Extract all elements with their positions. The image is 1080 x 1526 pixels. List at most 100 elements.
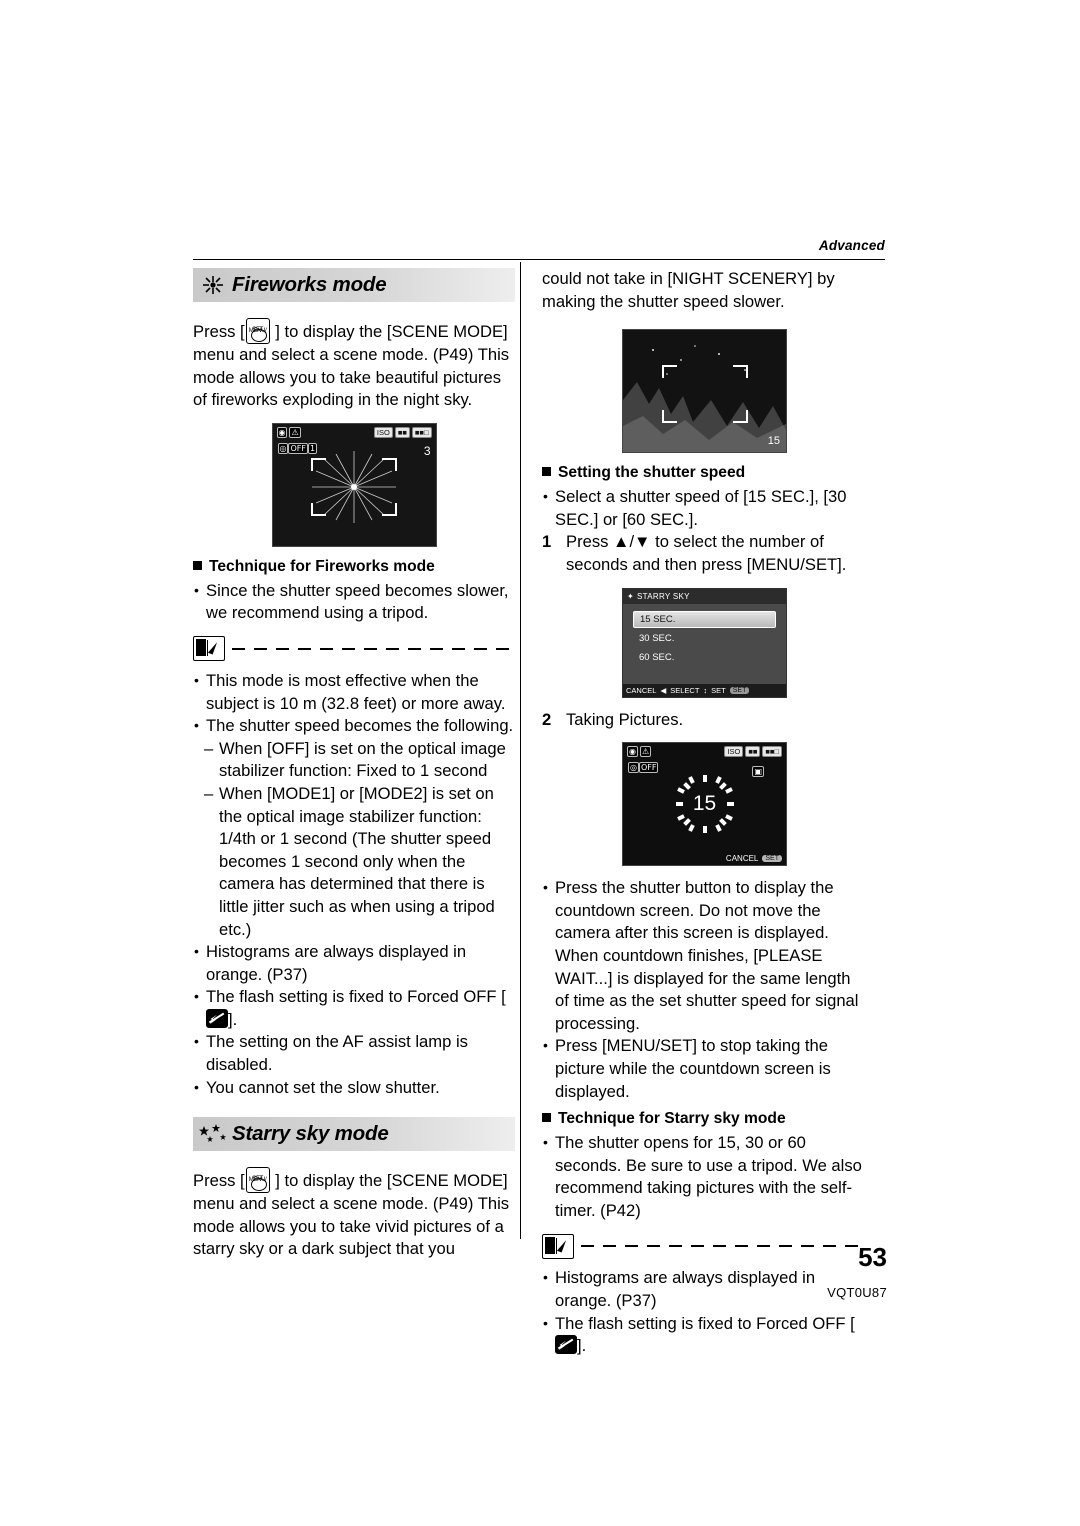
list-item: Select a shutter speed of [15 SEC.], [30…: [542, 485, 867, 531]
lcd-starry-sky-menu: ✦ STARRY SKY 15 SEC. 30 SEC. 60 SEC. CANC…: [622, 587, 787, 698]
flash-note-before: The flash setting is fixed to Forced OFF…: [555, 1313, 855, 1333]
rec-mode-icon: ◉: [276, 426, 288, 438]
starry-intro-before: Press [: [193, 1171, 245, 1191]
step-text: Taking Pictures.: [566, 709, 684, 729]
af-frame: [661, 364, 748, 423]
right-column: could not take in [NIGHT SCENERY] by mak…: [542, 268, 867, 1358]
section-heading-starry-sky: Starry sky mode: [193, 1117, 515, 1152]
subhead-setting-shutter-speed: Setting the shutter speed: [542, 464, 867, 482]
lcd-picture-counter: 3: [423, 443, 431, 458]
fireworks-icon: [198, 272, 228, 298]
list-item: The shutter speed becomes the following.: [193, 714, 515, 738]
subhead-technique-fireworks: Technique for Fireworks mode: [193, 558, 515, 576]
cancel-label: CANCEL: [725, 854, 759, 864]
subhead-text: Technique for Starry sky mode: [558, 1110, 786, 1128]
continued-text: could not take in [NIGHT SCENERY] by mak…: [542, 269, 835, 311]
flash-note-before: The flash setting is fixed to Forced OFF…: [206, 987, 506, 1007]
manual-page: Advanced Fireworks mode Press [MENU/ SE…: [0, 0, 1080, 1526]
note-separator-1: [193, 634, 515, 664]
flash-off-icon: ⚠: [639, 746, 652, 758]
countdown-value-wrap: 15: [674, 773, 736, 835]
list-item: Press [MENU/SET] to stop taking the pict…: [542, 1034, 867, 1103]
column-divider: [520, 262, 521, 1239]
flash-note-after: ].: [577, 1336, 587, 1356]
list-item: The setting on the AF assist lamp is dis…: [193, 1030, 515, 1076]
footer-cancel-label: CANCEL: [626, 685, 657, 695]
list-item: Press the shutter button to display the …: [542, 876, 867, 1035]
updown-arrow-icon: ↕: [703, 685, 708, 695]
menu-title-text: STARRY SKY: [637, 591, 690, 601]
document-code: VQT0U87: [827, 1285, 887, 1300]
lcd-fireworks-preview: ◉ ⚠ ISO ■■ ■■□ ◎ OFF 1 3: [271, 422, 437, 547]
quality-icon: ■■: [745, 746, 761, 758]
countdown-value: 15: [692, 792, 717, 816]
list-item: When [OFF] is set on the optical image s…: [193, 738, 515, 783]
chapter-header: Advanced: [818, 238, 885, 253]
menu-option-15sec[interactable]: 15 SEC.: [633, 610, 776, 628]
shutter-steps-list-2: 2 Taking Pictures.: [542, 709, 867, 732]
menu-title-bar: ✦ STARRY SKY: [623, 588, 786, 604]
lcd-icon-bar: ◉ ⚠ ISO ■■ ■■□: [276, 426, 432, 438]
lcd-shutter-seconds: 15: [767, 435, 780, 448]
menu-option-30sec[interactable]: 30 SEC.: [633, 630, 776, 647]
fireworks-notes-list: This mode is most effective when the sub…: [193, 669, 515, 738]
shutter-speed-options-list: Select a shutter speed of [15 SEC.], [30…: [542, 485, 867, 531]
subhead-text: Setting the shutter speed: [558, 464, 746, 482]
subhead-technique-starry: Technique for Starry sky mode: [542, 1110, 867, 1128]
footer-set-label: SET: [711, 685, 726, 695]
list-item: Since the shutter speed becomes slower, …: [193, 579, 515, 625]
lcd-icons-right: ISO ■■ ■■□: [373, 426, 432, 438]
list-item: Histograms are always displayed in orang…: [193, 940, 515, 986]
countdown-notes-list: Press the shutter button to display the …: [542, 876, 867, 1103]
note-pencil-icon: [542, 1233, 574, 1259]
list-item: 2 Taking Pictures.: [542, 709, 867, 732]
section-title: Fireworks mode: [232, 273, 387, 296]
left-column: Fireworks mode Press [MENU/SET ] to disp…: [193, 268, 515, 1261]
bullet-square-icon: [193, 560, 202, 570]
menu-set-icon: MENU/SET: [245, 1167, 270, 1194]
menu-option-60sec[interactable]: 60 SEC.: [633, 649, 776, 666]
menu-set-button-icon: SET: [762, 855, 782, 863]
fireworks-notes-list-2: Histograms are always displayed in orang…: [193, 940, 515, 1100]
flash-note-after: ].: [228, 1009, 238, 1029]
subhead-text: Technique for Fireworks mode: [209, 557, 435, 575]
lcd-icons-left: ◉ ⚠: [276, 426, 301, 438]
section-heading-fireworks: Fireworks mode: [193, 268, 515, 302]
note-separator-2: [542, 1231, 867, 1261]
list-item: Histograms are always displayed in orang…: [542, 1266, 867, 1312]
left-arrow-icon: ◀: [660, 685, 667, 695]
forced-flash-off-icon: [206, 1008, 228, 1031]
shutter-steps-list-1: 1 Press ▲/▼ to select the number of secon…: [542, 531, 867, 576]
mode-dial-icon: ◎: [628, 762, 639, 774]
forced-flash-off-icon: [555, 1335, 577, 1358]
step-text: Press ▲/▼ to select the number of second…: [566, 532, 847, 574]
list-item: 1 Press ▲/▼ to select the number of secon…: [542, 531, 867, 576]
starry-intro: Press [MENU/SET ] to display the [SCENE …: [193, 1167, 515, 1261]
starry-sky-icon: [198, 1121, 228, 1147]
fireworks-technique-list: Since the shutter speed becomes slower, …: [193, 579, 515, 625]
fireworks-intro: Press [MENU/SET ] to display the [SCENE …: [193, 318, 515, 412]
starry-sky-small-icon: ✦: [627, 591, 635, 601]
lcd-icon-bar: ◉ ⚠ ISO ■■ ■■□: [627, 746, 782, 758]
list-item: This mode is most effective when the sub…: [193, 669, 515, 715]
section-title: Starry sky mode: [232, 1122, 389, 1146]
menu-set-icon: MENU/SET: [245, 318, 270, 344]
bullet-square-icon: [542, 1113, 551, 1123]
lcd-night-scenery-preview: ◉ ⚠ ISO ■■ ■■□ ◎OFF 3: [622, 329, 787, 454]
iso-icon: ISO: [373, 426, 393, 438]
rec-mode-icon: ◉: [627, 746, 638, 758]
list-item-flash-off: The flash setting is fixed to Forced OFF…: [193, 985, 515, 1031]
list-item: You cannot set the slow shutter.: [193, 1076, 515, 1100]
quality-icon: ■■: [394, 426, 410, 438]
menu-footer-bar: CANCEL ◀ SELECT ↕ SET SET: [623, 683, 786, 697]
lcd-icons-right: ISO ■■ ■■□: [724, 746, 782, 758]
fireworks-shutter-dash-list: When [OFF] is set on the optical image s…: [193, 738, 515, 941]
step-number: 1: [542, 532, 552, 552]
lcd-countdown-screen: ◉ ⚠ ISO ■■ ■■□ ◎ OFF ▣ 15 CANCEL SET: [622, 742, 787, 867]
list-item: When [MODE1] or [MODE2] is set on the op…: [193, 783, 515, 941]
lcd-icons-third-row: ▣: [752, 761, 764, 779]
menu-options: 15 SEC. 30 SEC. 60 SEC.: [623, 604, 786, 666]
dashed-rule: [232, 647, 515, 650]
menu-set-button-icon: SET: [729, 686, 750, 694]
list-item-flash-off: The flash setting is fixed to Forced OFF…: [542, 1312, 867, 1358]
